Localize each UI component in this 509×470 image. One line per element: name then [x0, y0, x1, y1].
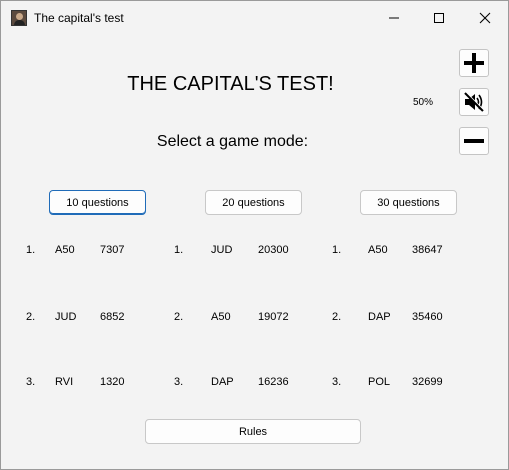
plus-icon [464, 53, 484, 73]
volume-up-button[interactable] [459, 49, 489, 77]
rank: 1. [26, 244, 36, 256]
window-title: The capital's test [34, 11, 124, 25]
maximize-button[interactable] [416, 1, 462, 35]
mute-icon [464, 92, 485, 112]
rank: 2. [174, 311, 184, 323]
rules-button[interactable]: Rules [145, 419, 361, 444]
volume-down-button[interactable] [459, 127, 489, 155]
page-title: THE CAPITAL'S TEST! [127, 73, 334, 95]
player-score: 20300 [258, 244, 289, 256]
player-name: POL [368, 376, 391, 388]
maximize-icon [434, 13, 444, 23]
mute-button[interactable] [459, 88, 489, 116]
close-icon [479, 12, 491, 24]
rank: 3. [332, 376, 342, 388]
app-portrait-icon [11, 10, 27, 26]
player-name: A50 [211, 311, 231, 323]
rank: 3. [26, 376, 36, 388]
player-name: JUD [211, 244, 233, 256]
minus-icon [464, 139, 484, 143]
rank: 1. [174, 244, 184, 256]
rank: 3. [174, 376, 184, 388]
player-score: 6852 [100, 311, 125, 323]
title-bar[interactable]: The capital's test [1, 1, 508, 35]
close-button[interactable] [462, 1, 508, 35]
player-score: 16236 [258, 376, 289, 388]
mode-20-questions-button[interactable]: 20 questions [205, 190, 302, 215]
player-name: A50 [368, 244, 388, 256]
rank: 2. [26, 311, 36, 323]
mode-prompt: Select a game mode: [156, 133, 309, 150]
rank: 2. [332, 311, 342, 323]
mode-30-questions-button[interactable]: 30 questions [360, 190, 457, 215]
minimize-icon [389, 17, 399, 19]
player-name: A50 [55, 244, 75, 256]
player-name: DAP [368, 311, 391, 323]
mode-10-questions-button[interactable]: 10 questions [49, 190, 146, 215]
player-score: 35460 [412, 311, 443, 323]
app-window: The capital's test THE CAPITAL'S TEST! S… [0, 0, 509, 470]
minimize-button[interactable] [371, 1, 417, 35]
rank: 1. [332, 244, 342, 256]
player-name: DAP [211, 376, 234, 388]
player-name: JUD [55, 311, 77, 323]
volume-level: 50% [413, 97, 434, 108]
player-score: 7307 [100, 244, 125, 256]
player-name: RVI [55, 376, 74, 388]
player-score: 38647 [412, 244, 443, 256]
player-score: 1320 [100, 376, 125, 388]
player-score: 32699 [412, 376, 443, 388]
player-score: 19072 [258, 311, 289, 323]
